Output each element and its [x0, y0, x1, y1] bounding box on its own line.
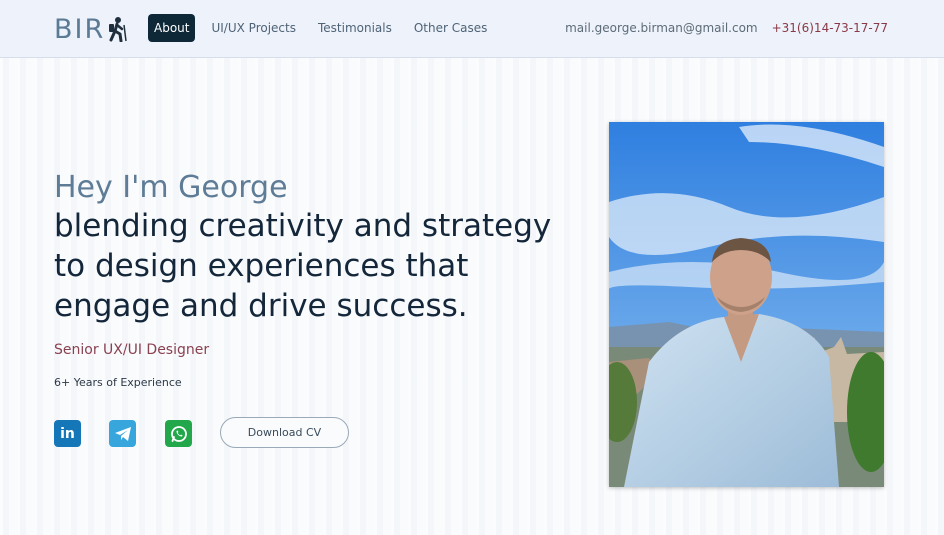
linkedin-icon: in	[60, 425, 75, 442]
job-title: Senior UX/UI Designer	[54, 342, 210, 358]
experience-text: 6+ Years of Experience	[54, 376, 182, 389]
linkedin-button[interactable]: in	[54, 420, 81, 447]
headline: blending creativity and strategy to desi…	[54, 208, 552, 324]
site-header: BIR About UI/UX Projects Testimonials Ot…	[0, 0, 944, 58]
email-link[interactable]: mail.george.birman@gmail.com	[565, 21, 758, 35]
telegram-button[interactable]	[109, 420, 136, 447]
greeting: Hey I'm George	[54, 170, 288, 205]
whatsapp-button[interactable]	[165, 420, 192, 447]
telegram-icon	[114, 426, 131, 441]
profile-photo	[609, 122, 884, 487]
portrait-illustration	[609, 122, 884, 487]
hero-section: Hey I'm George blending creativity and s…	[54, 170, 574, 326]
download-cv-button[interactable]: Download CV	[220, 417, 349, 448]
nav-ui-ux-projects[interactable]: UI/UX Projects	[205, 14, 302, 42]
main-nav: About UI/UX Projects Testimonials Other …	[148, 14, 503, 42]
contact-info: mail.george.birman@gmail.com +31(6)14-73…	[565, 14, 888, 42]
logo-text: BIR	[54, 13, 106, 45]
hiker-logo-icon	[109, 17, 127, 42]
logo[interactable]: BIR	[54, 13, 127, 45]
phone-link[interactable]: +31(6)14-73-17-77	[772, 21, 888, 35]
nav-about[interactable]: About	[148, 14, 196, 42]
nav-testimonials[interactable]: Testimonials	[312, 14, 398, 42]
whatsapp-icon	[170, 425, 187, 442]
nav-other-cases[interactable]: Other Cases	[408, 14, 494, 42]
